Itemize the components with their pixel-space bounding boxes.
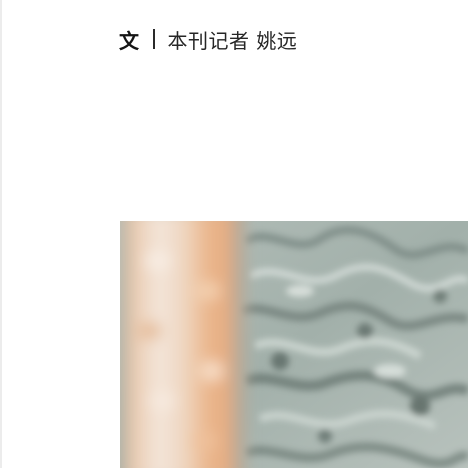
article-photo (120, 221, 468, 468)
blurred-stone-carving-image (120, 221, 468, 468)
byline-separator (153, 29, 155, 49)
byline-author: 本刊记者 姚远 (167, 28, 298, 53)
byline: 文 本刊记者 姚远 (119, 24, 297, 54)
article-page: 文 本刊记者 姚远 (0, 0, 468, 468)
page-edge-rule (0, 0, 2, 468)
byline-prefix: 文 (119, 28, 139, 53)
